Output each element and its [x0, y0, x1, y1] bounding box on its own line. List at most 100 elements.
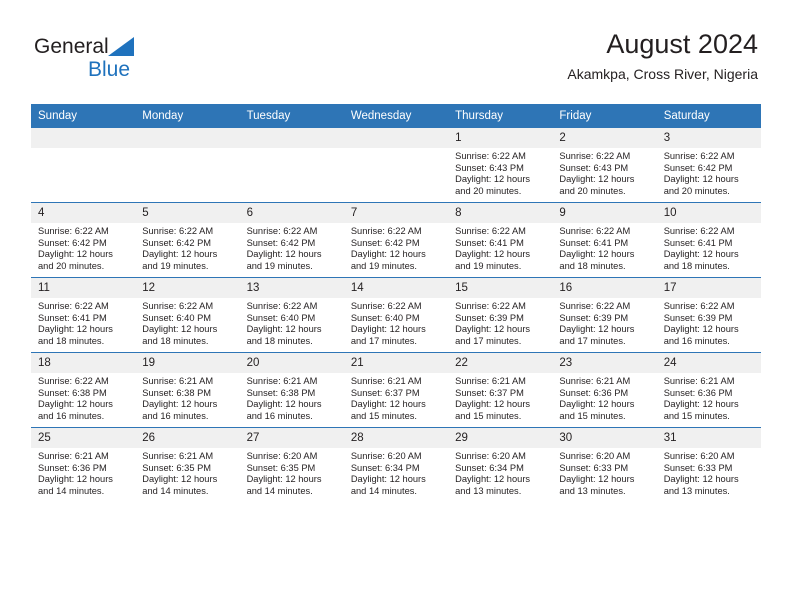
day-number: 2 [552, 128, 657, 148]
calendar-day-cell[interactable]: 5 Sunrise: 6:22 AM Sunset: 6:42 PM Daylight… [135, 202, 240, 278]
sunset-time: Sunset: 6:41 PM [559, 237, 629, 248]
daylight-duration-line2: and 13 minutes. [559, 485, 626, 496]
day-number [343, 128, 449, 148]
daylight-duration-line2: and 20 minutes. [455, 185, 522, 196]
daylight-duration-line1: Daylight: 12 hours [559, 174, 635, 185]
daylight-duration-line2: and 13 minutes. [455, 485, 522, 496]
day-number: 23 [552, 353, 657, 373]
calendar-day-cell[interactable]: 3 Sunrise: 6:22 AM Sunset: 6:42 PM Daylight… [656, 127, 761, 203]
day-number: 17 [656, 278, 761, 298]
day-sun-info: Sunrise: 6:21 AM Sunset: 6:36 PM Daylight:… [31, 448, 135, 497]
daylight-duration-line2: and 17 minutes. [559, 335, 626, 346]
day-sun-info: Sunrise: 6:22 AM Sunset: 6:42 PM Daylight:… [344, 223, 448, 272]
weekday-header-wednesday: Wednesday [343, 104, 449, 128]
daylight-duration-line1: Daylight: 12 hours [38, 249, 113, 260]
daylight-duration-line1: Daylight: 12 hours [455, 174, 531, 185]
calendar-day-cell[interactable]: 24 Sunrise: 6:21 AM Sunset: 6:36 PM Dayligh… [656, 352, 761, 428]
day-number [239, 128, 344, 148]
daylight-duration-line1: Daylight: 12 hours [559, 399, 635, 410]
calendar-day-cell[interactable]: 23 Sunrise: 6:21 AM Sunset: 6:36 PM Dayligh… [552, 352, 657, 428]
calendar-day-cell[interactable]: 11 Sunrise: 6:22 AM Sunset: 6:41 PM Dayligh… [31, 277, 136, 353]
day-number: 24 [656, 353, 761, 373]
calendar-day-cell[interactable]: 16 Sunrise: 6:22 AM Sunset: 6:39 PM Dayligh… [552, 277, 657, 353]
calendar-day-cell[interactable]: 21 Sunrise: 6:21 AM Sunset: 6:37 PM Dayligh… [343, 352, 449, 428]
calendar-day-cell[interactable]: 22 Sunrise: 6:21 AM Sunset: 6:37 PM Dayligh… [448, 352, 553, 428]
day-sun-info: Sunrise: 6:20 AM Sunset: 6:34 PM Daylight:… [344, 448, 448, 497]
daylight-duration-line1: Daylight: 12 hours [246, 324, 322, 335]
calendar-day-cell[interactable]: 31 Sunrise: 6:20 AM Sunset: 6:33 PM Dayligh… [656, 427, 761, 502]
sunrise-time: Sunrise: 6:22 AM [142, 301, 214, 311]
calendar-day-cell[interactable]: 27 Sunrise: 6:20 AM Sunset: 6:35 PM Dayligh… [239, 427, 344, 502]
sunset-time: Sunset: 6:38 PM [142, 387, 212, 398]
calendar-day-cell[interactable]: 7 Sunrise: 6:22 AM Sunset: 6:42 PM Daylight… [343, 202, 449, 278]
daylight-duration-line2: and 15 minutes. [350, 410, 417, 421]
daylight-duration-line2: and 16 minutes. [142, 410, 209, 421]
day-number: 22 [448, 353, 553, 373]
daylight-duration-line1: Daylight: 12 hours [663, 399, 739, 410]
sunrise-time: Sunrise: 6:22 AM [663, 151, 735, 161]
calendar-day-cell[interactable]: 9 Sunrise: 6:22 AM Sunset: 6:41 PM Daylight… [552, 202, 657, 278]
calendar-day-cell[interactable]: 20 Sunrise: 6:21 AM Sunset: 6:38 PM Dayligh… [239, 352, 344, 428]
calendar-day-cell[interactable]: 15 Sunrise: 6:22 AM Sunset: 6:39 PM Dayligh… [448, 277, 553, 353]
calendar-day-cell[interactable]: 28 Sunrise: 6:20 AM Sunset: 6:34 PM Dayligh… [343, 427, 449, 502]
calendar-day-cell[interactable]: 14 Sunrise: 6:22 AM Sunset: 6:40 PM Dayligh… [343, 277, 449, 353]
sunrise-time: Sunrise: 6:20 AM [559, 451, 631, 461]
calendar-day-cell[interactable]: 30 Sunrise: 6:20 AM Sunset: 6:33 PM Dayligh… [552, 427, 657, 502]
daylight-duration-line2: and 19 minutes. [455, 260, 522, 271]
page-title: August 2024 [606, 29, 758, 59]
daylight-duration-line2: and 19 minutes. [246, 260, 313, 271]
calendar-day-cell[interactable]: 4 Sunrise: 6:22 AM Sunset: 6:42 PM Daylight… [31, 202, 136, 278]
sunset-time: Sunset: 6:42 PM [38, 237, 107, 248]
calendar-day-cell[interactable]: 18 Sunrise: 6:22 AM Sunset: 6:38 PM Dayligh… [31, 352, 136, 428]
daylight-duration-line1: Daylight: 12 hours [246, 399, 322, 410]
sunset-time: Sunset: 6:37 PM [350, 387, 420, 398]
day-sun-info: Sunrise: 6:21 AM Sunset: 6:37 PM Daylight:… [344, 373, 448, 422]
daylight-duration-line1: Daylight: 12 hours [455, 474, 531, 485]
calendar-day-cell[interactable]: 10 Sunrise: 6:22 AM Sunset: 6:41 PM Dayligh… [656, 202, 761, 278]
sunrise-time: Sunrise: 6:22 AM [559, 301, 631, 311]
day-sun-info: Sunrise: 6:22 AM Sunset: 6:40 PM Daylight:… [135, 298, 239, 347]
sunrise-time: Sunrise: 6:22 AM [350, 226, 422, 236]
calendar-day-cell[interactable]: 12 Sunrise: 6:22 AM Sunset: 6:40 PM Dayligh… [135, 277, 240, 353]
sunrise-time: Sunrise: 6:21 AM [455, 376, 526, 386]
sunset-time: Sunset: 6:41 PM [663, 237, 733, 248]
day-number: 6 [239, 203, 344, 223]
day-sun-info: Sunrise: 6:22 AM Sunset: 6:39 PM Daylight:… [657, 298, 761, 347]
day-sun-info: Sunrise: 6:22 AM Sunset: 6:43 PM Daylight:… [552, 148, 656, 197]
sunset-time: Sunset: 6:42 PM [142, 237, 212, 248]
brand-logo[interactable]: General Blue [34, 36, 234, 80]
day-sun-info: Sunrise: 6:22 AM Sunset: 6:43 PM Daylight:… [448, 148, 552, 197]
sunrise-time: Sunrise: 6:22 AM [455, 151, 526, 161]
sunrise-time: Sunrise: 6:22 AM [559, 151, 631, 161]
calendar-day-cell[interactable]: 25 Sunrise: 6:21 AM Sunset: 6:36 PM Dayligh… [31, 427, 136, 502]
calendar-day-cell[interactable]: 29 Sunrise: 6:20 AM Sunset: 6:34 PM Dayligh… [448, 427, 553, 502]
daylight-duration-line2: and 18 minutes. [38, 335, 105, 346]
calendar-day-cell[interactable]: 17 Sunrise: 6:22 AM Sunset: 6:39 PM Dayligh… [656, 277, 761, 353]
calendar-day-cell[interactable]: 1 Sunrise: 6:22 AM Sunset: 6:43 PM Daylight… [448, 127, 553, 203]
daylight-duration-line1: Daylight: 12 hours [350, 324, 426, 335]
day-number [135, 128, 240, 148]
daylight-duration-line2: and 18 minutes. [246, 335, 313, 346]
brand-name-general: General [34, 35, 109, 58]
day-sun-info: Sunrise: 6:22 AM Sunset: 6:40 PM Daylight:… [344, 298, 448, 347]
day-sun-info: Sunrise: 6:22 AM Sunset: 6:41 PM Daylight:… [31, 298, 135, 347]
daylight-duration-line2: and 19 minutes. [350, 260, 417, 271]
sunset-time: Sunset: 6:39 PM [559, 312, 629, 323]
calendar-day-cell[interactable]: 26 Sunrise: 6:21 AM Sunset: 6:35 PM Dayligh… [135, 427, 240, 502]
calendar-day-cell[interactable]: 8 Sunrise: 6:22 AM Sunset: 6:41 PM Daylight… [448, 202, 553, 278]
calendar-body: 1 Sunrise: 6:22 AM Sunset: 6:43 PM Daylight… [31, 127, 761, 502]
calendar-day-cell[interactable]: 6 Sunrise: 6:22 AM Sunset: 6:42 PM Daylight… [239, 202, 344, 278]
sunrise-time: Sunrise: 6:20 AM [350, 451, 422, 461]
day-sun-info: Sunrise: 6:22 AM Sunset: 6:42 PM Daylight:… [240, 223, 344, 272]
calendar-day-cell-empty [239, 127, 344, 203]
calendar-day-cell[interactable]: 2 Sunrise: 6:22 AM Sunset: 6:43 PM Daylight… [552, 127, 657, 203]
day-sun-info: Sunrise: 6:21 AM Sunset: 6:36 PM Daylight:… [552, 373, 656, 422]
sunset-time: Sunset: 6:40 PM [350, 312, 420, 323]
calendar-day-cell[interactable]: 13 Sunrise: 6:22 AM Sunset: 6:40 PM Dayligh… [239, 277, 344, 353]
sunset-time: Sunset: 6:39 PM [455, 312, 524, 323]
sunset-time: Sunset: 6:36 PM [38, 462, 107, 473]
calendar-day-cell[interactable]: 19 Sunrise: 6:21 AM Sunset: 6:38 PM Dayligh… [135, 352, 240, 428]
daylight-duration-line2: and 15 minutes. [455, 410, 522, 421]
day-number: 10 [656, 203, 761, 223]
daylight-duration-line2: and 19 minutes. [142, 260, 209, 271]
